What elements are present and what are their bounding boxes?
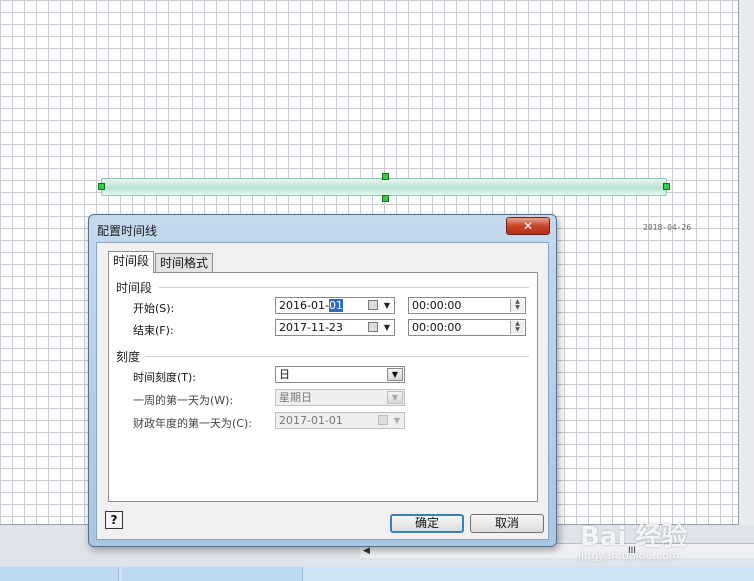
dialog-title: 配置时间线 <box>97 224 158 238</box>
calendar-icon[interactable] <box>378 415 388 425</box>
week-start-value: 星期日 <box>279 391 312 404</box>
group-title-scale: 刻度 <box>116 350 141 364</box>
selection-handle-left[interactable] <box>98 183 105 190</box>
end-time-field[interactable]: 00:00:00 ▲ ▼ <box>408 319 526 336</box>
timeline-end-date-label: 2018-04-26 <box>643 223 692 232</box>
right-gutter <box>739 0 754 530</box>
baidu-watermark: Bai 经验 <box>580 522 688 552</box>
selection-handle-top[interactable] <box>382 173 389 180</box>
time-scale-value: 日 <box>279 368 290 381</box>
chevron-down-icon[interactable]: ▼ <box>390 413 404 428</box>
time-scale-select[interactable]: 日 ▼ <box>275 366 405 383</box>
fiscal-year-start-value: 2017-01-01 <box>279 414 343 427</box>
fiscal-year-start-label: 财政年度的第一天为(C): <box>133 417 252 430</box>
chevron-down-icon[interactable]: ▼ <box>387 391 403 404</box>
spinner-icon[interactable]: ▲ ▼ <box>510 299 524 312</box>
selection-handle-right[interactable] <box>663 183 670 190</box>
page-tabstrip <box>0 566 754 581</box>
selection-handle-bottom[interactable] <box>382 195 389 202</box>
page-tab[interactable] <box>0 567 119 581</box>
configure-timeline-dialog: 配置时间线 ✕ 时间段 时间格式 时间段 开始(S): 2016-01-01 ▼… <box>88 214 557 547</box>
timeline-shape[interactable] <box>101 178 667 196</box>
close-button[interactable]: ✕ <box>506 217 550 235</box>
week-start-label: 一周的第一天为(W): <box>133 394 234 407</box>
start-date-prefix: 2016-01- <box>279 299 329 312</box>
spinner-icon[interactable]: ▲ ▼ <box>510 321 524 334</box>
page-tab[interactable] <box>122 567 303 581</box>
divider <box>145 356 529 357</box>
calendar-icon[interactable] <box>368 322 378 332</box>
tab-panel: 时间段 开始(S): 2016-01-01 ▼ 00:00:00 ▲ ▼ 结束(F… <box>108 272 538 502</box>
time-scale-label: 时间刻度(T): <box>133 371 197 384</box>
help-button[interactable]: ? <box>105 511 123 529</box>
fiscal-year-start-field[interactable]: 2017-01-01 ▼ <box>275 412 405 429</box>
tab-time-format[interactable]: 时间格式 <box>155 253 214 272</box>
start-time-value: 00:00:00 <box>412 299 462 312</box>
end-date-value: 2017-11-23 <box>279 321 343 334</box>
group-title-period: 时间段 <box>116 281 153 295</box>
start-date-field[interactable]: 2016-01-01 ▼ <box>275 297 395 314</box>
watermark-url: jingyan.baidu.com <box>578 549 680 562</box>
calendar-icon[interactable] <box>368 300 378 310</box>
end-label: 结束(F): <box>133 324 174 337</box>
ok-button[interactable]: 确定 <box>390 514 464 533</box>
chevron-down-icon[interactable]: ▼ <box>380 320 394 335</box>
cancel-button[interactable]: 取消 <box>470 514 544 533</box>
chevron-down-icon[interactable]: ▼ <box>380 298 394 313</box>
end-date-field[interactable]: 2017-11-23 ▼ <box>275 319 395 336</box>
start-date-selected: 01 <box>328 299 343 312</box>
dialog-body: 时间段 时间格式 时间段 开始(S): 2016-01-01 ▼ 00:00:0… <box>96 242 549 540</box>
divider <box>159 287 529 288</box>
start-time-field[interactable]: 00:00:00 ▲ ▼ <box>408 297 526 314</box>
start-label: 开始(S): <box>133 302 175 315</box>
week-start-select[interactable]: 星期日 ▼ <box>275 389 405 406</box>
scroll-left-icon[interactable]: ◀ <box>363 546 370 556</box>
tab-time-period[interactable]: 时间段 <box>108 251 155 273</box>
end-time-value: 00:00:00 <box>412 321 462 334</box>
chevron-down-icon[interactable]: ▼ <box>387 368 403 381</box>
